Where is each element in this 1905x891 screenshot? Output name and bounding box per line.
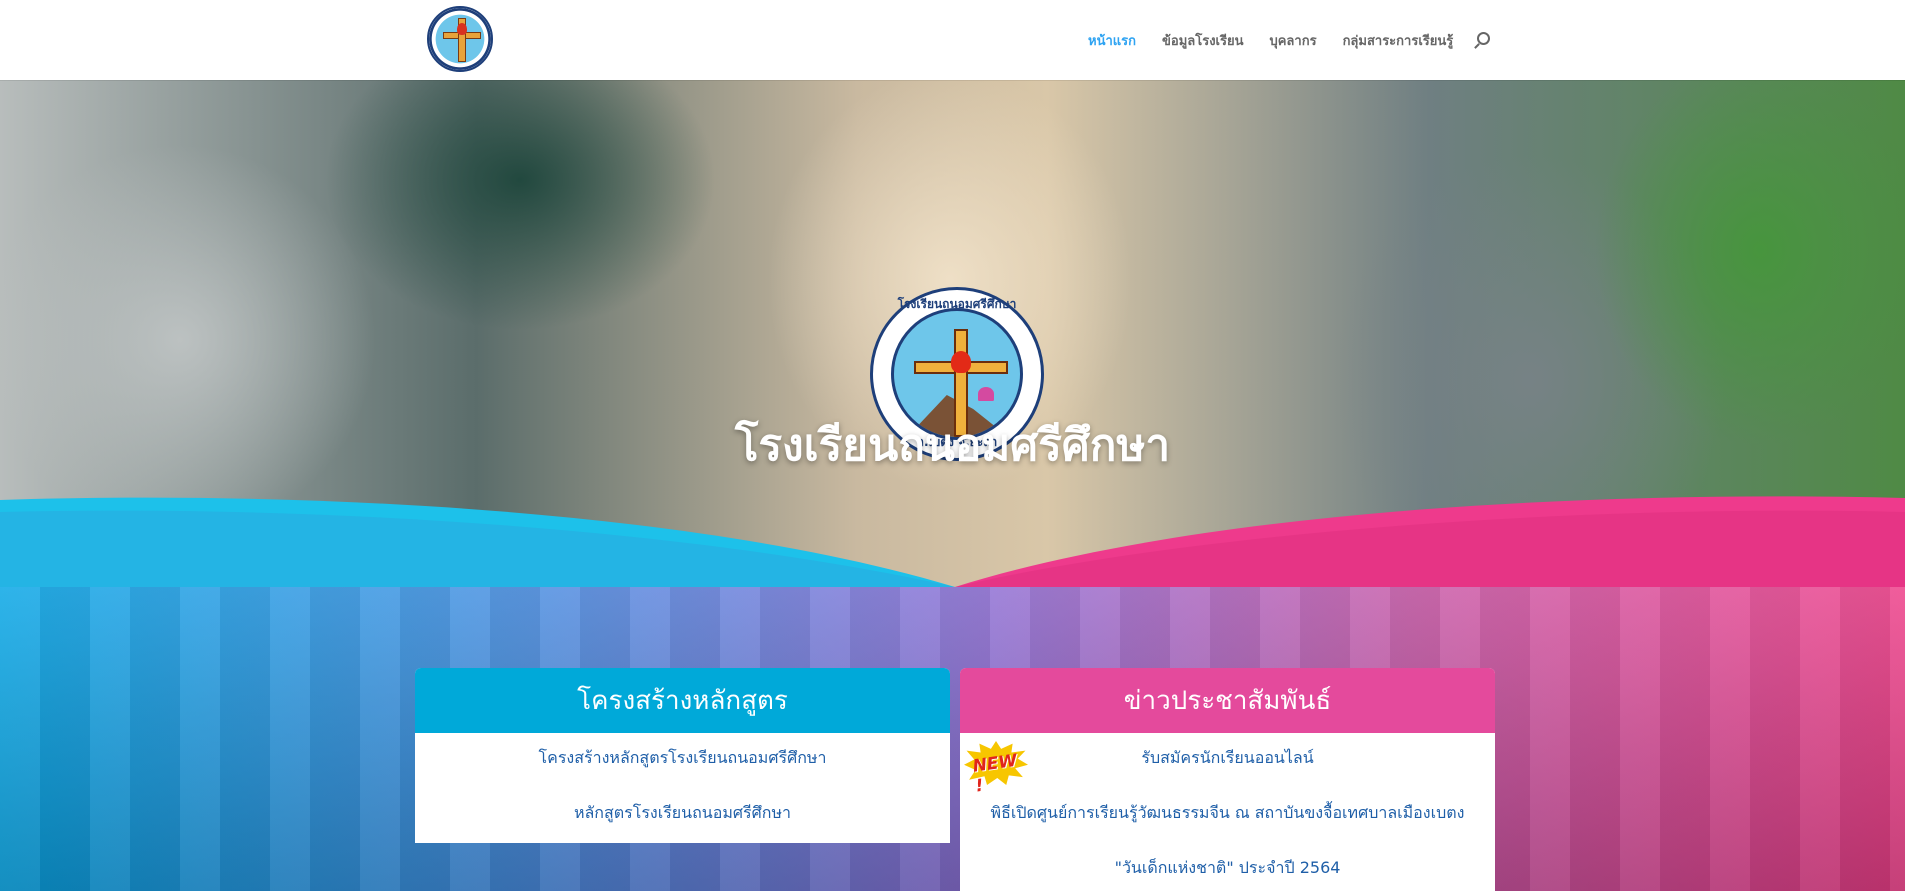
hero-wave-divider	[0, 496, 1905, 587]
news-link-childrens-day[interactable]: "วันเด็กแห่งชาติ" ประจำปี 2564	[960, 857, 1495, 891]
nav-personnel[interactable]: บุคลากร	[1269, 30, 1316, 51]
news-links: รับสมัครนักเรียนออนไลน์ พิธีเปิดศูนย์การ…	[960, 733, 1495, 891]
curriculum-card-title: โครงสร้างหลักสูตร	[415, 668, 950, 733]
curriculum-link[interactable]: หลักสูตรโรงเรียนถนอมศรีศึกษา	[415, 802, 950, 843]
emblem-lotus	[978, 387, 994, 401]
curriculum-links: โครงสร้างหลักสูตรโรงเรียนถนอมศรีศึกษา หล…	[415, 733, 950, 843]
hero-title: โรงเรียนถนอมศรีศึกษา	[734, 420, 1171, 471]
emblem-flame	[951, 351, 971, 373]
background-photo	[0, 587, 1905, 891]
new-badge-text: NEW !	[971, 750, 1019, 797]
news-card: ข่าวประชาสัมพันธ์ NEW ! รับสมัครนักเรียน…	[960, 668, 1495, 891]
school-logo[interactable]	[427, 6, 493, 72]
logo-flame	[457, 23, 467, 35]
nav-learning-areas[interactable]: กลุ่มสาระการเรียนรู้	[1343, 30, 1454, 51]
curriculum-card: โครงสร้างหลักสูตร โครงสร้างหลักสูตรโรงเร…	[415, 668, 950, 843]
nav-home[interactable]: หน้าแรก	[1088, 30, 1136, 51]
nav-school-info[interactable]: ข้อมูลโรงเรียน	[1162, 30, 1243, 51]
main-nav: หน้าแรก ข้อมูลโรงเรียน บุคลากร กลุ่มสาระ…	[1088, 0, 1453, 80]
news-link-chinese-culture-center[interactable]: พิธีเปิดศูนย์การเรียนรู้วัฒนธรรมจีน ณ สถ…	[960, 802, 1495, 857]
new-badge-icon: NEW !	[964, 741, 1028, 797]
news-card-title: ข่าวประชาสัมพันธ์	[960, 668, 1495, 733]
info-section-background	[0, 587, 1905, 891]
search-icon[interactable]	[1477, 32, 1490, 45]
news-link-online-admission[interactable]: รับสมัครนักเรียนออนไลน์	[960, 747, 1495, 802]
site-header: หน้าแรก ข้อมูลโรงเรียน บุคลากร กลุ่มสาระ…	[0, 0, 1905, 80]
curriculum-structure-link[interactable]: โครงสร้างหลักสูตรโรงเรียนถนอมศรีศึกษา	[415, 747, 950, 802]
